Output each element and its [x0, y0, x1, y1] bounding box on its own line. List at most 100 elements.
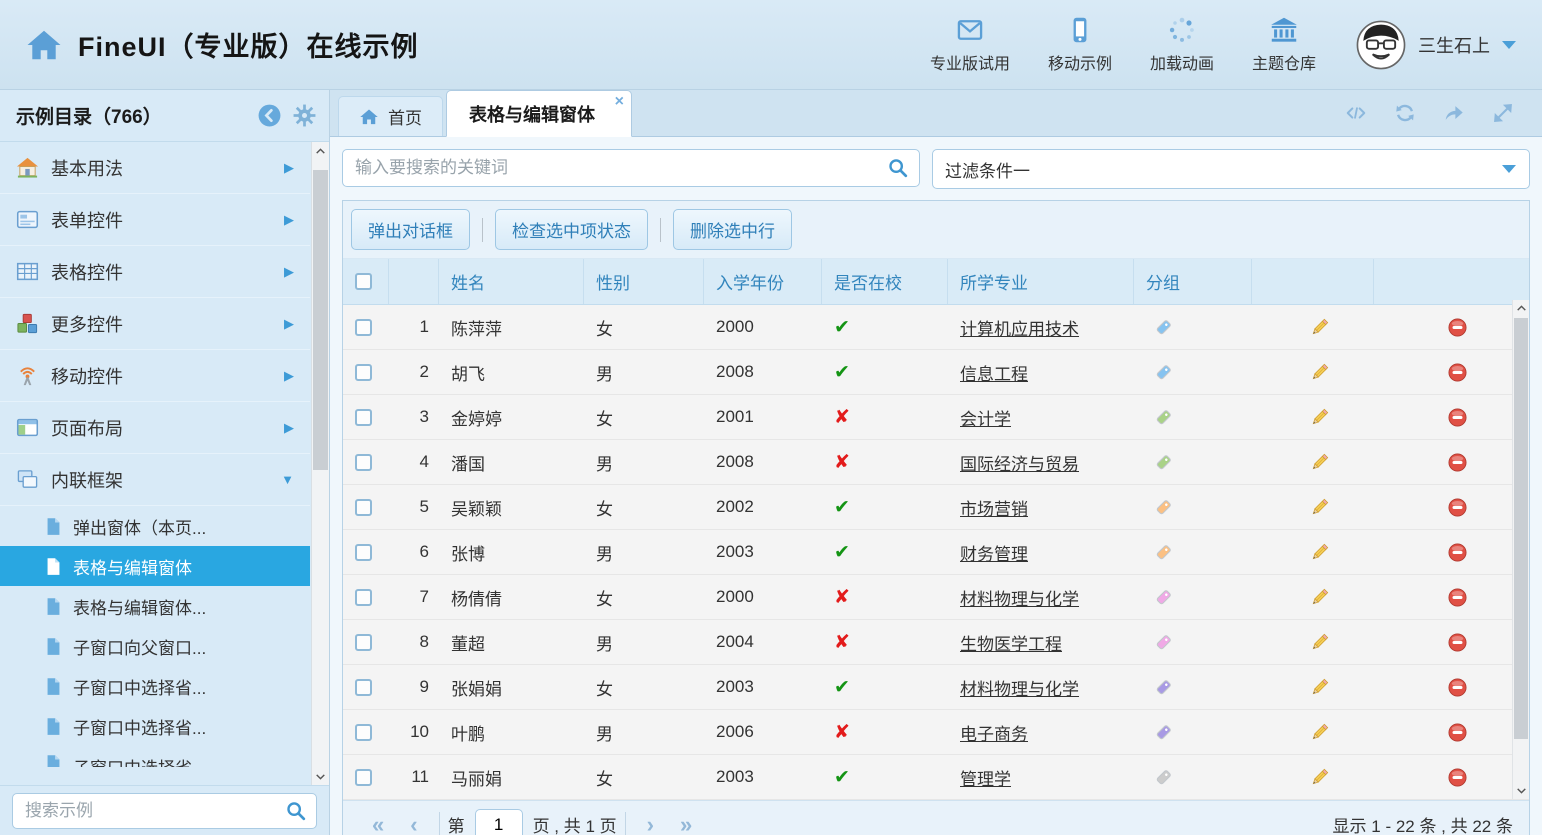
sidebar-group[interactable]: 内联框架 ▼ — [0, 454, 310, 506]
sidebar-group[interactable]: 表格控件 ▶ — [0, 246, 310, 298]
open-dialog-button[interactable]: 弹出对话框 — [351, 209, 470, 250]
col-group[interactable]: 分组 — [1134, 259, 1252, 304]
scroll-up-icon[interactable] — [312, 142, 329, 160]
delete-icon[interactable] — [1447, 317, 1468, 338]
major-link[interactable]: 会计学 — [960, 405, 1011, 430]
delete-icon[interactable] — [1447, 362, 1468, 383]
row-checkbox[interactable] — [355, 409, 372, 426]
col-major[interactable]: 所学专业 — [948, 259, 1134, 304]
app-home-icon[interactable] — [26, 27, 62, 63]
row-checkbox[interactable] — [355, 364, 372, 381]
header-action[interactable]: 加载动画 — [1150, 16, 1214, 74]
last-page-button[interactable]: » — [680, 814, 692, 835]
row-checkbox[interactable] — [355, 499, 372, 516]
sidebar-search-input[interactable] — [12, 793, 317, 829]
major-link[interactable]: 管理学 — [960, 765, 1011, 790]
sidebar-group[interactable]: 表单控件 ▶ — [0, 194, 310, 246]
row-checkbox[interactable] — [355, 634, 372, 651]
delete-icon[interactable] — [1447, 452, 1468, 473]
sidebar-group[interactable]: 移动控件 ▶ — [0, 350, 310, 402]
major-link[interactable]: 生物医学工程 — [960, 630, 1062, 655]
scroll-up-icon[interactable] — [1513, 300, 1529, 317]
sidebar-group[interactable]: 更多控件 ▶ — [0, 298, 310, 350]
sidebar-subitem[interactable]: 子窗口中选择省 — [0, 746, 310, 767]
fullscreen-icon[interactable] — [1492, 102, 1514, 124]
page-number-input[interactable] — [475, 809, 523, 835]
delete-icon[interactable] — [1447, 722, 1468, 743]
sidebar-subitem[interactable]: 子窗口中选择省... — [0, 666, 310, 706]
delete-icon[interactable] — [1447, 632, 1468, 653]
edit-icon[interactable] — [1309, 407, 1330, 428]
row-checkbox[interactable] — [355, 589, 372, 606]
col-name[interactable]: 姓名 — [439, 259, 584, 304]
table-scrollbar[interactable] — [1512, 300, 1529, 799]
edit-icon[interactable] — [1309, 542, 1330, 563]
delete-icon[interactable] — [1447, 542, 1468, 563]
edit-icon[interactable] — [1309, 677, 1330, 698]
gear-icon[interactable] — [292, 103, 317, 128]
sidebar-subitem[interactable]: 表格与编辑窗体 — [0, 546, 310, 586]
search-icon[interactable] — [285, 800, 307, 822]
edit-icon[interactable] — [1309, 362, 1330, 383]
sidebar-subitem[interactable]: 表格与编辑窗体... — [0, 586, 310, 626]
row-checkbox[interactable] — [355, 769, 372, 786]
keyword-search-input[interactable] — [342, 149, 920, 187]
search-icon[interactable] — [887, 157, 909, 179]
sidebar-subitem[interactable]: 弹出窗体（本页... — [0, 506, 310, 546]
col-index[interactable] — [389, 259, 439, 304]
header-action[interactable]: 移动示例 — [1048, 16, 1112, 74]
major-link[interactable]: 计算机应用技术 — [960, 315, 1079, 340]
filter-dropdown[interactable]: 过滤条件一 — [932, 149, 1530, 189]
header-action[interactable]: 专业版试用 — [930, 16, 1010, 74]
tab-home[interactable]: 首页 — [338, 96, 443, 136]
row-checkbox[interactable] — [355, 454, 372, 471]
scroll-down-icon[interactable] — [312, 767, 329, 785]
user-menu[interactable]: 三生石上 — [1356, 20, 1516, 70]
scroll-down-icon[interactable] — [1513, 782, 1529, 799]
sidebar-subitem[interactable]: 子窗口向父窗口... — [0, 626, 310, 666]
delete-icon[interactable] — [1447, 677, 1468, 698]
refresh-icon[interactable] — [1394, 102, 1416, 124]
edit-icon[interactable] — [1309, 497, 1330, 518]
row-checkbox[interactable] — [355, 724, 372, 741]
row-checkbox[interactable] — [355, 679, 372, 696]
delete-icon[interactable] — [1447, 407, 1468, 428]
source-code-icon[interactable] — [1345, 102, 1367, 124]
prev-page-button[interactable]: ‹ — [410, 814, 417, 835]
major-link[interactable]: 信息工程 — [960, 360, 1028, 385]
row-checkbox[interactable] — [355, 544, 372, 561]
delete-rows-button[interactable]: 删除选中行 — [673, 209, 792, 250]
edit-icon[interactable] — [1309, 632, 1330, 653]
delete-icon[interactable] — [1447, 587, 1468, 608]
sidebar-group[interactable]: 页面布局 ▶ — [0, 402, 310, 454]
edit-icon[interactable] — [1309, 587, 1330, 608]
col-atschool[interactable]: 是否在校 — [822, 259, 948, 304]
next-page-button[interactable]: › — [647, 814, 654, 835]
avatar[interactable] — [1356, 20, 1406, 70]
check-selected-button[interactable]: 检查选中项状态 — [495, 209, 648, 250]
major-link[interactable]: 市场营销 — [960, 495, 1028, 520]
delete-icon[interactable] — [1447, 767, 1468, 788]
tab-active[interactable]: 表格与编辑窗体 × — [446, 90, 632, 137]
sidebar-scrollbar[interactable] — [311, 142, 329, 785]
col-year[interactable]: 入学年份 — [704, 259, 822, 304]
share-icon[interactable] — [1443, 102, 1465, 124]
major-link[interactable]: 材料物理与化学 — [960, 675, 1079, 700]
row-checkbox[interactable] — [355, 319, 372, 336]
scrollbar-thumb[interactable] — [1514, 318, 1528, 739]
edit-icon[interactable] — [1309, 452, 1330, 473]
edit-icon[interactable] — [1309, 722, 1330, 743]
major-link[interactable]: 国际经济与贸易 — [960, 450, 1079, 475]
major-link[interactable]: 财务管理 — [960, 540, 1028, 565]
major-link[interactable]: 材料物理与化学 — [960, 585, 1079, 610]
collapse-sidebar-icon[interactable] — [257, 103, 282, 128]
edit-icon[interactable] — [1309, 317, 1330, 338]
close-tab-icon[interactable]: × — [615, 93, 624, 111]
sidebar-subitem[interactable]: 子窗口中选择省... — [0, 706, 310, 746]
header-action[interactable]: 主题仓库 — [1252, 16, 1316, 74]
first-page-button[interactable]: « — [372, 814, 384, 835]
scrollbar-thumb[interactable] — [313, 170, 328, 470]
sidebar-group[interactable]: 基本用法 ▶ — [0, 142, 310, 194]
edit-icon[interactable] — [1309, 767, 1330, 788]
select-all-checkbox[interactable] — [355, 273, 372, 290]
